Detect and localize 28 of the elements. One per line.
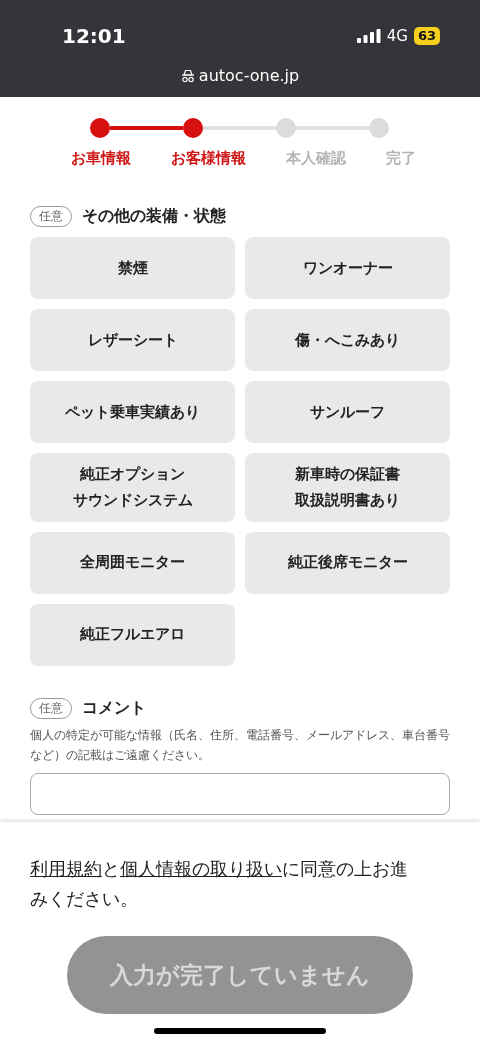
step-label: お車情報	[71, 149, 131, 168]
consent-link[interactable]: 個人情報の取り扱い	[120, 858, 282, 879]
signal-icon	[356, 29, 381, 43]
option-button[interactable]: サンルーフ	[245, 381, 450, 443]
url-text[interactable]: autoc-one.jp	[198, 66, 300, 85]
option-button[interactable]: 全周囲モニター	[30, 531, 235, 594]
comment-field[interactable]	[30, 772, 450, 815]
step-label: お客様情報	[171, 149, 246, 168]
option-button[interactable]: 純正フルエアロ	[30, 603, 235, 666]
option-button[interactable]: レザーシート	[30, 309, 235, 371]
consent-text: 利用規約 と個人情報の取り扱いに同意の上お進みください。	[30, 857, 409, 911]
option-button[interactable]: 禁煙	[30, 237, 235, 299]
clock-time: 12:01	[62, 23, 126, 48]
section-title: その他の装備・状態	[82, 206, 226, 227]
step-label: 完了	[386, 149, 416, 168]
option-button[interactable]: 純正後席モニター	[245, 531, 450, 594]
option-button[interactable]: 新車時の保証書 取扱説明書あり	[245, 453, 450, 522]
network-label: 4G	[386, 27, 408, 45]
option-button[interactable]: 傷・へこみあり	[245, 309, 450, 371]
option-button[interactable]: ワンオーナー	[245, 237, 450, 299]
section-title: コメント	[82, 697, 146, 719]
option-button[interactable]: ペット乗車実績あり	[30, 381, 235, 443]
option-button[interactable]: 純正オプション サウンドシステム	[30, 453, 235, 522]
incognito-icon	[180, 68, 195, 83]
comment-note: 個人の特定が可能な情報（氏名、住所、電話番号、メールアドレス、車台番号など）の記載はご遠慮ください。	[30, 726, 450, 764]
battery-indicator: 63	[413, 27, 440, 45]
step-label: 本人確認	[286, 149, 346, 168]
consent-link[interactable]: 利用規約	[30, 858, 102, 879]
